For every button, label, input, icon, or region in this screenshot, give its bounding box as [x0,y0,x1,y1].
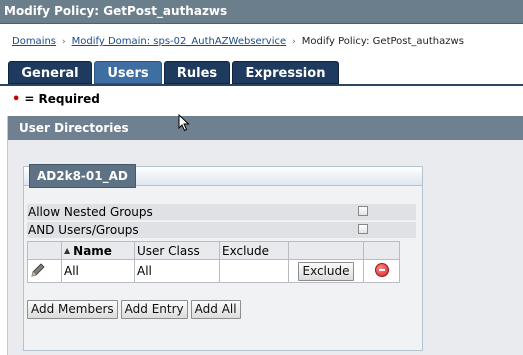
member-actions: Add Members Add Entry Add All [27,300,244,319]
breadcrumb-link-domains[interactable]: Domains [12,36,56,47]
tab-expression[interactable]: Expression [232,61,339,84]
breadcrumb-link-modify-domain[interactable]: Modify Domain: sps-02_AuthAZWebservice [72,36,287,47]
add-all-button[interactable]: Add All [190,300,241,319]
required-legend: • = Required [12,92,100,107]
directory-box: AD2k8-01_AD Allow Nested Groups AND User… [23,164,423,351]
required-marker: • [12,92,21,107]
option-allow-nested-groups: Allow Nested Groups [27,204,416,220]
panel-title: User Directories [19,121,129,135]
edit-cell [27,259,62,283]
allow-nested-groups-checkbox[interactable] [358,206,368,216]
breadcrumb-separator: › [62,37,66,47]
add-members-button[interactable]: Add Members [27,300,118,319]
members-table: ▲ Name User Class Exclude All All Exclude [27,241,400,283]
exclude-button[interactable]: Exclude [298,261,354,281]
tab-users[interactable]: Users [94,61,162,84]
cell-remove [363,259,400,283]
column-header-remove [363,241,400,260]
cell-name: All [61,259,135,283]
column-header-edit [27,241,62,260]
cell-user-class: All [134,259,220,283]
column-header-user-class: User Class [134,241,220,260]
column-header-exclude: Exclude [219,241,289,260]
remove-icon[interactable] [374,262,389,277]
breadcrumb-separator: › [292,37,296,47]
mouse-pointer-icon [178,114,190,132]
breadcrumb: Domains › Modify Domain: sps-02_AuthAZWebs… [12,36,464,47]
sort-ascending-icon: ▲ [64,245,71,255]
cell-action: Exclude [288,259,364,283]
tab-underline [0,84,523,86]
tab-bar: General Users Rules Expression [8,61,523,84]
option-label: Allow Nested Groups [28,205,153,219]
option-label: AND Users/Groups [28,223,139,237]
tab-rules[interactable]: Rules [164,61,230,84]
column-header-action [288,241,364,260]
and-users-groups-checkbox[interactable] [358,224,368,234]
required-text: = Required [24,92,100,106]
window-titlebar: Modify Policy: GetPost_authazws [0,0,523,24]
column-header-name[interactable]: ▲ Name [61,241,135,260]
option-and-users-groups: AND Users/Groups [27,222,416,238]
window-title: Modify Policy: GetPost_authazws [4,4,228,18]
table-header-row: ▲ Name User Class Exclude [27,241,400,260]
cell-exclude [219,259,289,283]
user-directories-panel: User Directories AD2k8-01_AD Allow Neste… [7,116,523,355]
add-entry-button[interactable]: Add Entry [120,300,188,319]
directory-name: AD2k8-01_AD [29,164,136,188]
panel-header: User Directories [8,116,523,140]
breadcrumb-current: Modify Policy: GetPost_authazws [301,36,464,47]
table-row: All All Exclude [27,259,400,283]
tab-general[interactable]: General [8,61,92,84]
pencil-icon[interactable] [30,262,46,278]
